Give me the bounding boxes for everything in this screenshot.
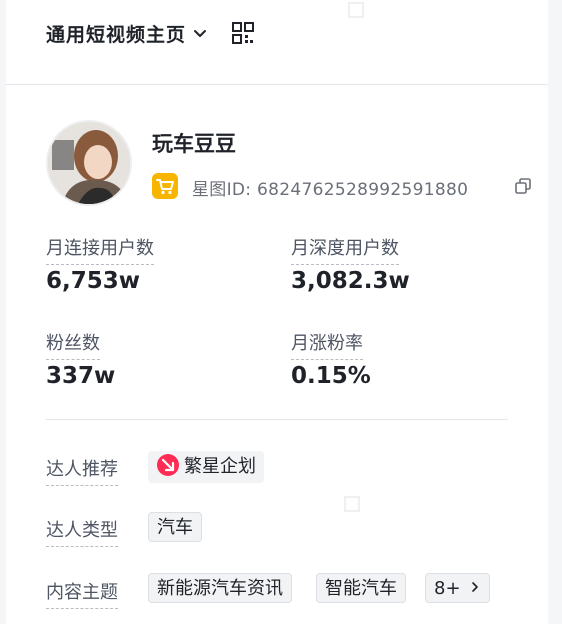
stat-value-monthly-deep-users: 3,082.3w bbox=[291, 268, 410, 294]
avatar[interactable] bbox=[46, 120, 132, 206]
topic-more-tag[interactable]: 8+ bbox=[425, 573, 490, 603]
avatar-photo bbox=[48, 122, 130, 204]
star-plan-icon bbox=[157, 454, 179, 476]
stat-label-followers[interactable]: 粉丝数 bbox=[46, 329, 100, 360]
topic-tag-smart-car[interactable]: 智能汽车 bbox=[316, 573, 406, 603]
influencer-name: 玩车豆豆 bbox=[152, 132, 236, 156]
watermark-icon bbox=[348, 2, 364, 18]
stat-label-monthly-deep-users[interactable]: 月深度用户数 bbox=[291, 234, 399, 265]
star-plan-tag[interactable]: 繁星企划 bbox=[148, 451, 264, 483]
row-label-topic[interactable]: 内容主题 bbox=[46, 578, 118, 609]
chevron-right-icon bbox=[471, 582, 478, 592]
stat-label-monthly-follower-growth[interactable]: 月涨粉率 bbox=[291, 329, 363, 360]
row-label-type[interactable]: 达人类型 bbox=[46, 516, 118, 547]
qr-code-icon[interactable] bbox=[231, 21, 255, 45]
row-label-recommend[interactable]: 达人推荐 bbox=[46, 455, 118, 486]
stat-value-monthly-connected-users: 6,753w bbox=[46, 268, 140, 294]
stat-value-monthly-follower-growth: 0.15% bbox=[291, 363, 371, 389]
type-tag-car[interactable]: 汽车 bbox=[148, 512, 202, 542]
xingtu-id: 星图ID: 6824762528992591880 bbox=[192, 180, 469, 200]
star-plan-label: 繁星企划 bbox=[184, 456, 256, 477]
shopping-cart-icon bbox=[152, 173, 178, 199]
copy-icon[interactable] bbox=[514, 177, 532, 195]
watermark-icon bbox=[344, 496, 360, 512]
chevron-down-icon[interactable] bbox=[192, 25, 208, 41]
divider bbox=[46, 419, 508, 420]
header: 通用短视频主页 bbox=[6, 0, 548, 85]
stat-value-followers: 337w bbox=[46, 363, 116, 389]
topic-more-count: 8+ bbox=[434, 578, 461, 599]
page-type-selector-label[interactable]: 通用短视频主页 bbox=[46, 20, 186, 47]
topic-tag-nev-news[interactable]: 新能源汽车资讯 bbox=[148, 573, 292, 603]
stat-label-monthly-connected-users[interactable]: 月连接用户数 bbox=[46, 234, 154, 265]
influencer-card: 通用短视频主页 玩车豆豆 星图ID: 6824762528992591880 月… bbox=[6, 0, 548, 624]
